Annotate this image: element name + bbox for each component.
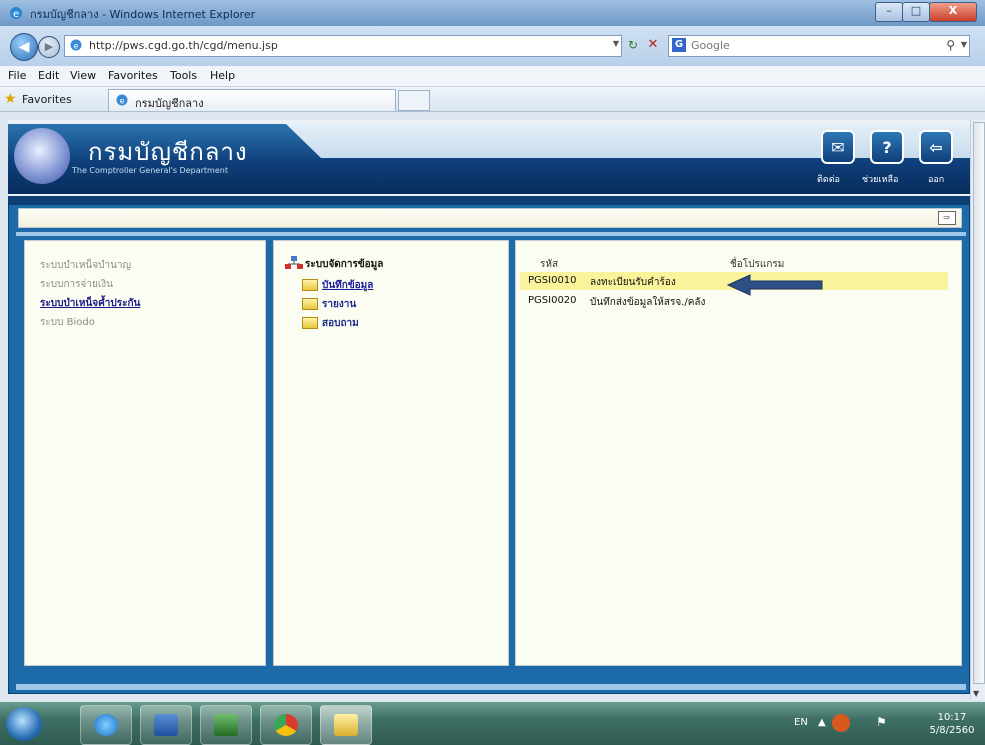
column-header-code: รหัส — [540, 259, 559, 270]
mail-icon[interactable]: ✉ — [821, 130, 855, 164]
toolbar-folder-icon[interactable]: ⇨ — [938, 211, 956, 225]
help-icon[interactable]: ? — [870, 130, 904, 164]
google-logo-icon: G — [672, 38, 686, 52]
taskbar-excel-button[interactable] — [200, 705, 252, 745]
system-menu-panel: ระบบบำเหน็จบำนาญ ระบบการจ่ายเงิน ระบบบำเ… — [24, 240, 266, 666]
system-menu-item[interactable]: ระบบ Biodo — [40, 315, 95, 330]
search-dropdown-icon[interactable]: ▼ — [961, 40, 967, 49]
banner-light-band — [286, 124, 970, 158]
program-name: ลงทะเบียนรับคำร้อง — [590, 277, 676, 288]
address-dropdown-icon[interactable]: ▼ — [613, 39, 619, 48]
clock-date: 5/8/2560 — [929, 725, 975, 736]
folder-icon — [302, 279, 318, 291]
folder-icon — [334, 714, 358, 736]
address-text[interactable]: http://pws.cgd.go.th/cgd/menu.jsp — [89, 39, 278, 52]
start-button[interactable] — [6, 707, 42, 741]
menu-view[interactable]: View — [70, 69, 96, 82]
forward-button[interactable]: ▶ — [38, 36, 60, 58]
tree-root-label: ระบบจัดการข้อมูล — [305, 259, 384, 270]
close-button[interactable]: X — [929, 2, 977, 22]
tree-item-report[interactable]: รายงาน — [322, 297, 356, 312]
folder-icon — [302, 298, 318, 310]
folder-icon — [302, 317, 318, 329]
stop-icon[interactable]: ✕ — [644, 35, 662, 55]
program-code: PGSI0010 — [528, 275, 577, 286]
tree-panel: ระบบจัดการข้อมูล บันทึกข้อมูล รายงาน สอบ… — [273, 240, 509, 666]
scroll-down-icon[interactable]: ▼ — [973, 689, 979, 698]
pointer-arrow-icon — [726, 274, 823, 296]
program-code: PGSI0020 — [528, 295, 577, 306]
ie-logo-icon: e — [10, 7, 22, 20]
tray-app-icon[interactable] — [832, 714, 850, 732]
minimize-button[interactable]: – — [875, 2, 903, 22]
help-label[interactable]: ช่วยเหลือ — [862, 172, 898, 186]
new-tab-button[interactable] — [398, 90, 430, 111]
search-box[interactable]: G Google ⚲ ▼ — [668, 35, 970, 57]
taskbar-chrome-button[interactable] — [260, 705, 312, 745]
clock-time: 10:17 — [937, 712, 967, 723]
clock[interactable]: 10:17 5/8/2560 — [924, 711, 980, 737]
word-icon — [154, 714, 178, 736]
exit-icon[interactable]: ⇦ — [919, 130, 953, 164]
tree-item-record[interactable]: บันทึกข้อมูล — [322, 278, 373, 293]
search-icon[interactable]: ⚲ — [946, 38, 955, 52]
department-name-english: The Comptroller General's Department — [72, 166, 228, 175]
scrollbar-thumb[interactable] — [973, 122, 985, 684]
tab-label: กรมบัญชีกลาง — [135, 97, 204, 110]
department-seal-icon — [14, 128, 70, 184]
taskbar-ie-button[interactable] — [80, 705, 132, 745]
menu-help[interactable]: Help — [210, 69, 235, 82]
navigation-bar: ◀ ▶ e http://pws.cgd.go.th/cgd/menu.jsp … — [0, 26, 985, 66]
svg-text:e: e — [120, 97, 125, 106]
chrome-icon — [274, 714, 298, 736]
content-bottom-bar — [16, 684, 966, 690]
menu-file[interactable]: File — [8, 69, 26, 82]
page-icon: e — [70, 39, 82, 51]
window-title-bar: e กรมบัญชีกลาง - Windows Internet Explor… — [0, 0, 985, 26]
refresh-icon[interactable]: ↻ — [624, 35, 642, 55]
window-title: กรมบัญชีกลาง - Windows Internet Explorer — [30, 8, 256, 21]
ie-icon — [94, 714, 118, 736]
tray-area: EN ▲ ⚑ 10:17 5/8/2560 — [788, 708, 984, 742]
menu-edit[interactable]: Edit — [38, 69, 59, 82]
language-indicator[interactable]: EN — [794, 717, 808, 728]
content-divider — [16, 232, 966, 236]
favorites-button[interactable]: Favorites — [22, 93, 72, 106]
browser-tab[interactable]: e กรมบัญชีกลาง — [108, 89, 396, 111]
system-menu-item-active[interactable]: ระบบบำเหน็จค้ำประกัน — [40, 296, 140, 311]
program-name: บันทึกส่งข้อมูลให้สรจ./คลัง — [590, 297, 706, 308]
system-tray: EN ▲ ⚑ 10:17 5/8/2560 — [788, 708, 984, 742]
window-controls: – □ X — [875, 2, 979, 22]
column-header-name: ชื่อโปรแกรม — [730, 259, 785, 270]
menu-favorites[interactable]: Favorites — [108, 69, 158, 82]
contact-label[interactable]: ติดต่อ — [817, 172, 840, 186]
exit-label[interactable]: ออก — [928, 172, 944, 186]
content-toolbar — [18, 208, 962, 228]
banner-strip — [8, 196, 970, 204]
program-list-panel: รหัส ชื่อโปรแกรม PGSI0010 ลงทะเบียนรับคำ… — [515, 240, 962, 666]
svg-text:e: e — [74, 42, 79, 51]
vertical-scrollbar[interactable]: ▼ — [970, 120, 985, 700]
favorites-star-icon[interactable]: ★ — [4, 91, 20, 107]
tray-expand-icon[interactable]: ▲ — [818, 717, 826, 728]
search-input[interactable]: Google — [691, 39, 730, 52]
svg-text:e: e — [13, 9, 19, 20]
favorites-bar: ★ Favorites e กรมบัญชีกลาง — [0, 87, 985, 112]
tab-page-icon: e — [116, 94, 128, 106]
tree-item-inquiry[interactable]: สอบถาม — [322, 316, 359, 331]
back-button[interactable]: ◀ — [10, 33, 38, 61]
system-menu-item[interactable]: ระบบบำเหน็จบำนาญ — [40, 258, 131, 273]
excel-icon — [214, 714, 238, 736]
tree-root-icon — [285, 256, 303, 269]
menu-tools[interactable]: Tools — [170, 69, 197, 82]
address-bar[interactable]: e http://pws.cgd.go.th/cgd/menu.jsp ▼ — [64, 35, 622, 57]
taskbar-word-button[interactable] — [140, 705, 192, 745]
system-menu-item[interactable]: ระบบการจ่ายเงิน — [40, 277, 113, 292]
maximize-button[interactable]: □ — [902, 2, 930, 22]
menu-bar: File Edit View Favorites Tools Help — [0, 66, 985, 87]
taskbar-folder-button[interactable] — [320, 705, 372, 745]
action-center-flag-icon[interactable]: ⚑ — [876, 715, 887, 729]
